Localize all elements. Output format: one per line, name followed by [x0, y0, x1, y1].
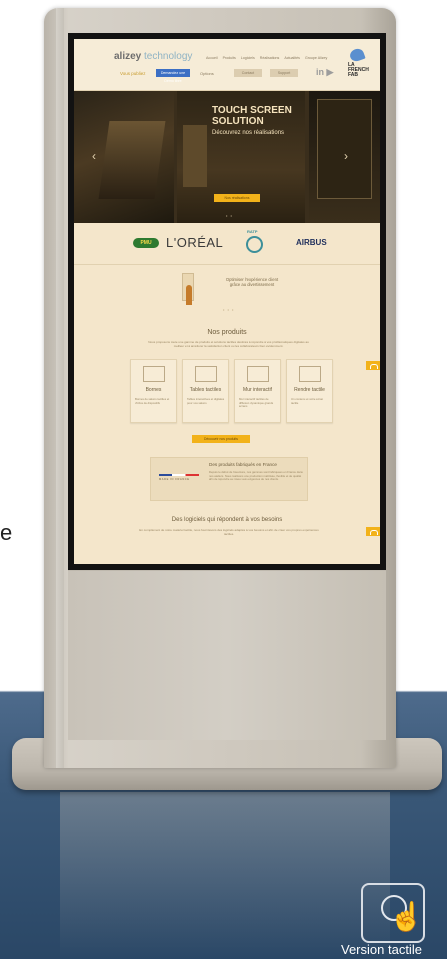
ratp-text: RATP	[247, 229, 258, 234]
product-card-rendre-tactile[interactable]: Rendre tactile Un contenu et votre écran…	[286, 359, 333, 423]
product-cards: Bornes Bornes de salons tactiles et d'in…	[130, 359, 333, 423]
airbus-logo: AIRBUS	[296, 238, 327, 247]
wall-icon	[247, 366, 269, 382]
site-header: alizey technology Accueil Produits Logic…	[74, 39, 380, 91]
pmu-logo: PMU	[133, 238, 159, 248]
website-preview: alizey technology Accueil Produits Logic…	[74, 39, 380, 564]
hero-cta-button[interactable]: Nos réalisations	[214, 194, 260, 202]
card-description: Tables interactives et digitales pour vo…	[187, 397, 225, 405]
card-title: Mur interactif	[243, 387, 272, 393]
kiosk-edge-highlight	[56, 8, 64, 768]
nav-item-actualites[interactable]: Actualités	[284, 56, 300, 60]
nav-item-groupe[interactable]: Groupe Alizey	[305, 56, 327, 60]
version-tactile-label[interactable]: Version tactile	[341, 942, 422, 957]
nav-item-realisations[interactable]: Réalisations	[260, 56, 280, 60]
kiosk-screen[interactable]: alizey technology Accueil Produits Logic…	[68, 33, 386, 570]
hero-subtitle: Découvrez nos réalisations	[212, 130, 285, 136]
hero-slider: TOUCH SCREEN SOLUTION Découvrez nos réal…	[74, 91, 380, 223]
demo-button[interactable]: Demandez une Démo libre	[156, 69, 190, 83]
french-flag-icon	[159, 474, 199, 476]
loreal-logo: L'ORÉAL	[166, 235, 224, 250]
products-title: Nos produits	[207, 329, 247, 336]
contact-button[interactable]: Contact	[234, 69, 262, 77]
product-card-bornes[interactable]: Bornes Bornes de salons tactiles et d'in…	[130, 359, 177, 423]
kiosk-lower-panel	[68, 570, 386, 740]
slider-prev-icon[interactable]: ‹	[92, 149, 96, 163]
header-link[interactable]: Vous publiez	[120, 71, 146, 76]
france-title: Des produits fabriqués en France	[209, 462, 277, 467]
france-description: Depuis le début de l'aventure, nos gamme…	[209, 470, 303, 482]
touch-version-button[interactable]: ☝	[361, 883, 425, 943]
software-title: Des logiciels qui répondent à vos besoin…	[171, 517, 283, 523]
made-in-france-block: MADE IN FRANCE Des produits fabriqués en…	[150, 457, 308, 501]
discover-products-button[interactable]: Découvrir nos produits	[192, 435, 250, 443]
logo-tech: technology	[144, 51, 193, 62]
table-icon	[195, 366, 217, 382]
client-logos: PMU L'ORÉAL RATP AIRBUS	[74, 223, 380, 265]
pointing-hand-icon: ☝	[389, 901, 424, 932]
french-fab-text: LA FRENCH FAB	[348, 62, 369, 78]
product-card-tables[interactable]: Tables tactiles Tables interactives et d…	[182, 359, 229, 423]
card-title: Tables tactiles	[189, 387, 222, 393]
header-options-label[interactable]: Options	[200, 71, 214, 76]
kiosk-icon	[143, 366, 165, 382]
social-icons[interactable]: in ▶	[316, 67, 333, 78]
product-card-mur[interactable]: Mur interactif Mur interactif tactiles d…	[234, 359, 281, 423]
rooster-icon	[348, 46, 366, 64]
nav-item-logiciels[interactable]: Logiciels	[241, 56, 255, 60]
software-description: En complément de notre matériel tactile,…	[139, 528, 319, 536]
logo-brand: alizey	[114, 51, 142, 62]
screen-icon	[299, 366, 321, 382]
card-title: Rendre tactile	[294, 387, 325, 393]
illustration-caption: Optimiser l'expérience client grâce au d…	[225, 277, 279, 287]
nav-item-accueil[interactable]: Accueil	[206, 56, 218, 60]
slider-dots[interactable]: • •	[226, 213, 233, 218]
hero-image-left	[74, 91, 174, 223]
illustration-dots[interactable]: • • •	[223, 307, 234, 312]
nav-item-produits[interactable]: Produits	[223, 56, 236, 60]
made-in-france-logo: MADE IN FRANCE	[159, 474, 199, 486]
entertainment-illustration	[180, 273, 198, 307]
cropped-side-text: e	[0, 520, 13, 545]
card-description: Mur interactif tactiles de diffusion dyn…	[239, 397, 274, 408]
site-logo[interactable]: alizey technology	[114, 51, 192, 62]
floor-reflection	[60, 792, 390, 959]
ratp-logo: RATP	[243, 229, 265, 255]
card-description: Un contenu et votre écran tactile	[291, 397, 324, 405]
products-description: Nous proposons toute une gamme de produi…	[148, 340, 309, 348]
home-badge-icon-2[interactable]	[366, 527, 380, 536]
made-in-france-text: MADE IN FRANCE	[159, 478, 190, 481]
slider-next-icon[interactable]: ›	[344, 149, 348, 163]
french-fab-logo: LA FRENCH FAB	[346, 46, 369, 83]
home-badge-icon[interactable]	[366, 361, 380, 370]
card-title: Bornes	[145, 387, 162, 393]
support-button[interactable]: Support	[270, 69, 298, 77]
card-description: Bornes de salons tactiles et d'infos de …	[135, 397, 170, 405]
main-nav: Accueil Produits Logiciels Réalisations …	[206, 56, 327, 60]
ratp-ring-icon	[246, 236, 263, 253]
hero-title: TOUCH SCREEN SOLUTION	[212, 105, 292, 127]
